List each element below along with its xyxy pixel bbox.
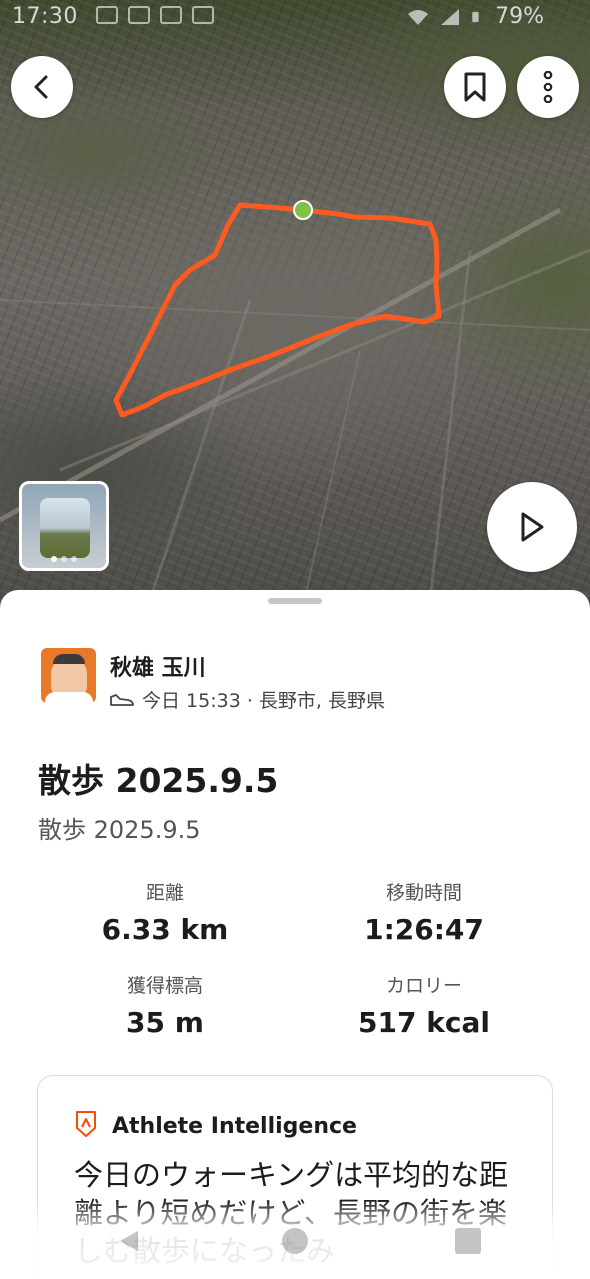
stat-elevation-gain: 獲得標高 35 m xyxy=(45,971,285,1039)
more-vertical-icon xyxy=(543,71,553,103)
activity-title: 散歩 2025.9.5 xyxy=(38,761,279,800)
message-icon xyxy=(192,6,214,24)
route-line xyxy=(113,202,442,418)
athlete-intelligence-title: Athlete Intelligence xyxy=(112,1114,357,1139)
back-button[interactable] xyxy=(11,56,73,118)
shoe-icon xyxy=(110,693,134,706)
activity-photo-thumbnail[interactable] xyxy=(19,481,109,571)
stat-moving-time: 移動時間 1:26:47 xyxy=(304,878,544,946)
stat-label: 距離 xyxy=(145,882,184,904)
stat-value: 6.33 km xyxy=(101,913,229,946)
play-icon xyxy=(521,512,544,542)
status-bar: 17:30 79% xyxy=(0,0,590,36)
activity-detail-sheet[interactable]: 秋雄 玉川 今日 15:33 · 長野市, 長野県 散歩 2025.9.5 散歩… xyxy=(0,590,590,1279)
more-options-button[interactable] xyxy=(517,56,579,118)
battery-icon xyxy=(472,11,479,22)
play-flyover-button[interactable] xyxy=(487,482,577,572)
activity-meta: 今日 15:33 · 長野市, 長野県 xyxy=(110,686,385,713)
youtube-icon xyxy=(128,6,150,24)
activity-meta-text: 今日 15:33 · 長野市, 長野県 xyxy=(142,690,385,712)
status-time: 17:30 xyxy=(12,4,78,29)
stat-value: 1:26:47 xyxy=(364,913,484,946)
cloud-icon xyxy=(160,6,182,24)
system-icons: 79% xyxy=(407,4,544,29)
stat-label: カロリー xyxy=(385,975,462,997)
avatar[interactable] xyxy=(41,648,96,703)
sheet-drag-handle[interactable] xyxy=(268,598,322,604)
nav-home-icon[interactable] xyxy=(282,1228,308,1254)
athlete-name[interactable]: 秋雄 玉川 xyxy=(110,650,206,682)
stat-distance: 距離 6.33 km xyxy=(45,878,285,946)
wifi-icon xyxy=(408,9,429,25)
stat-label: 移動時間 xyxy=(385,882,462,904)
nav-back-icon[interactable] xyxy=(116,1228,142,1254)
bookmark-button[interactable] xyxy=(444,56,506,118)
nav-recents-icon[interactable] xyxy=(455,1228,481,1254)
route-map[interactable]: 17:30 79% xyxy=(0,0,590,620)
start-marker xyxy=(293,200,313,220)
photo-pager-dots xyxy=(22,556,106,562)
activity-description: 散歩 2025.9.5 xyxy=(38,816,201,844)
photo-image xyxy=(40,498,90,558)
stat-calories: カロリー 517 kcal xyxy=(304,971,544,1039)
notification-icon xyxy=(96,6,118,24)
chevron-left-icon xyxy=(34,75,48,99)
stat-value: 517 kcal xyxy=(358,1006,490,1039)
bookmark-icon xyxy=(464,72,486,102)
stat-value: 35 m xyxy=(126,1006,204,1039)
stat-label: 獲得標高 xyxy=(126,975,203,997)
signal-icon xyxy=(441,8,460,25)
athlete-intelligence-icon xyxy=(76,1111,96,1137)
battery-percent: 79% xyxy=(495,4,544,29)
notification-icons xyxy=(96,6,214,24)
